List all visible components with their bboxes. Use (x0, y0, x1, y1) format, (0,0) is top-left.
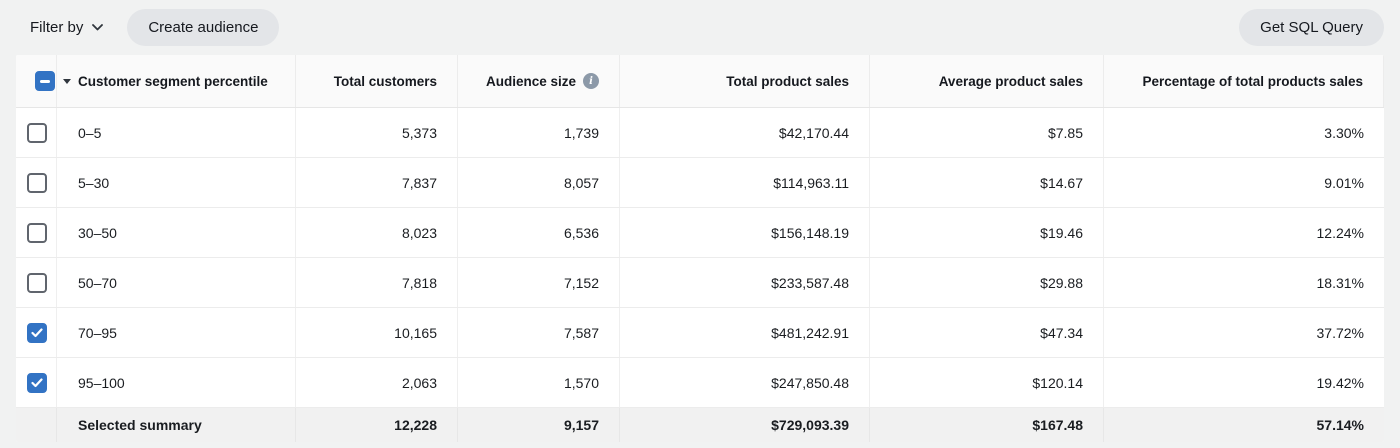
row-select-cell (16, 208, 57, 257)
cell-percentage-of-total: 18.31% (1316, 274, 1364, 291)
create-audience-button[interactable]: Create audience (127, 9, 280, 46)
summary-label: Selected summary (57, 408, 296, 442)
column-header-audience-size[interactable]: Audience size i (458, 55, 620, 107)
row-select-cell (16, 358, 57, 407)
column-header-customer-segment-percentile[interactable]: Customer segment percentile (57, 55, 296, 107)
table-body: 0–5 5,373 1,739 $42,170.44 $7.85 3.30% 5… (16, 108, 1384, 408)
cell-audience-size: 6,536 (458, 208, 620, 257)
cell-audience-size: 7,587 (458, 308, 620, 357)
cell-percentile: 50–70 (57, 258, 296, 307)
cell-percentile: 0–5 (57, 108, 296, 157)
filter-by-dropdown[interactable]: Filter by (30, 19, 104, 36)
row-checkbox[interactable] (27, 222, 47, 243)
cell-total-customers: 8,023 (296, 208, 458, 257)
cell-percentage-of-total: 12.24% (1316, 224, 1364, 241)
column-header-percentage-of-total-products-sales[interactable]: Percentage of total products sales (1104, 55, 1384, 107)
cell-total-customers: 7,818 (296, 258, 458, 307)
cell-total-product-sales: $114,963.11 (620, 158, 870, 207)
get-sql-query-button[interactable]: Get SQL Query (1239, 9, 1384, 46)
column-header-average-product-sales[interactable]: Average product sales (870, 55, 1104, 107)
cell-percentage-of-total: 19.42% (1316, 374, 1364, 391)
check-icon (31, 327, 43, 337)
cell-percentage-of-total: 9.01% (1324, 174, 1364, 191)
row-checkbox[interactable] (27, 122, 47, 143)
toolbar: Filter by Create audience Get SQL Query (0, 0, 1400, 55)
cell-total-product-sales: $156,148.19 (620, 208, 870, 257)
summary-select-cell (16, 408, 57, 442)
table-row[interactable]: 70–95 10,165 7,587 $481,242.91 $47.34 37… (16, 308, 1384, 358)
summary-average-product-sales: $167.48 (870, 408, 1104, 442)
cell-average-product-sales: $19.46 (870, 208, 1104, 257)
cell-percentile: 95–100 (57, 358, 296, 407)
column-header-total-customers[interactable]: Total customers (296, 55, 458, 107)
chevron-down-icon (92, 24, 104, 31)
table-header-row: Customer segment percentile Total custom… (16, 55, 1384, 108)
cell-average-product-sales: $7.85 (870, 108, 1104, 157)
row-checkbox[interactable] (27, 172, 47, 193)
header-select-cell (16, 55, 71, 107)
cell-percentage-of-total: 37.72% (1316, 324, 1364, 341)
row-select-cell (16, 158, 57, 207)
cell-total-product-sales: $481,242.91 (620, 308, 870, 357)
cell-total-product-sales: $247,850.48 (620, 358, 870, 407)
cell-average-product-sales: $120.14 (870, 358, 1104, 407)
table-row[interactable]: 95–100 2,063 1,570 $247,850.48 $120.14 1… (16, 358, 1384, 408)
cell-audience-size: 8,057 (458, 158, 620, 207)
info-icon[interactable]: i (583, 73, 599, 89)
audience-size-label: Audience size (485, 73, 576, 89)
summary-total-customers: 12,228 (296, 408, 458, 442)
cell-audience-size: 7,152 (458, 258, 620, 307)
row-select-cell (16, 108, 57, 157)
selected-summary-row: Selected summary 12,228 9,157 $729,093.3… (16, 408, 1384, 442)
row-checkbox[interactable] (27, 372, 47, 393)
cell-percentile: 30–50 (57, 208, 296, 257)
summary-total-product-sales: $729,093.39 (620, 408, 870, 442)
select-all-checkbox[interactable] (35, 71, 55, 91)
cell-total-customers: 7,837 (296, 158, 458, 207)
cell-total-product-sales: $233,587.48 (620, 258, 870, 307)
cell-total-customers: 5,373 (296, 108, 458, 157)
cell-average-product-sales: $47.34 (870, 308, 1104, 357)
cell-percentile: 5–30 (57, 158, 296, 207)
row-select-cell (16, 308, 57, 357)
table-row[interactable]: 5–30 7,837 8,057 $114,963.11 $14.67 9.01… (16, 158, 1384, 208)
cell-audience-size: 1,739 (458, 108, 620, 157)
column-header-total-product-sales[interactable]: Total product sales (620, 55, 870, 107)
cell-percentile: 70–95 (57, 308, 296, 357)
cell-average-product-sales: $14.67 (870, 158, 1104, 207)
cell-total-product-sales: $42,170.44 (620, 108, 870, 157)
summary-percentage-of-total: 57.14% (1316, 417, 1364, 433)
check-icon (31, 377, 43, 387)
cell-percentage-of-total: 3.30% (1324, 124, 1364, 141)
audience-segments-table: Customer segment percentile Total custom… (16, 55, 1384, 442)
row-checkbox[interactable] (27, 322, 47, 343)
table-row[interactable]: 50–70 7,818 7,152 $233,587.48 $29.88 18.… (16, 258, 1384, 308)
table-row[interactable]: 30–50 8,023 6,536 $156,148.19 $19.46 12.… (16, 208, 1384, 258)
summary-audience-size: 9,157 (458, 408, 620, 442)
row-checkbox[interactable] (27, 272, 47, 293)
filter-by-label: Filter by (30, 19, 84, 36)
cell-total-customers: 10,165 (296, 308, 458, 357)
cell-total-customers: 2,063 (296, 358, 458, 407)
cell-average-product-sales: $29.88 (870, 258, 1104, 307)
row-select-cell (16, 258, 57, 307)
table-row[interactable]: 0–5 5,373 1,739 $42,170.44 $7.85 3.30% (16, 108, 1384, 158)
minus-icon (40, 79, 50, 83)
cell-audience-size: 1,570 (458, 358, 620, 407)
